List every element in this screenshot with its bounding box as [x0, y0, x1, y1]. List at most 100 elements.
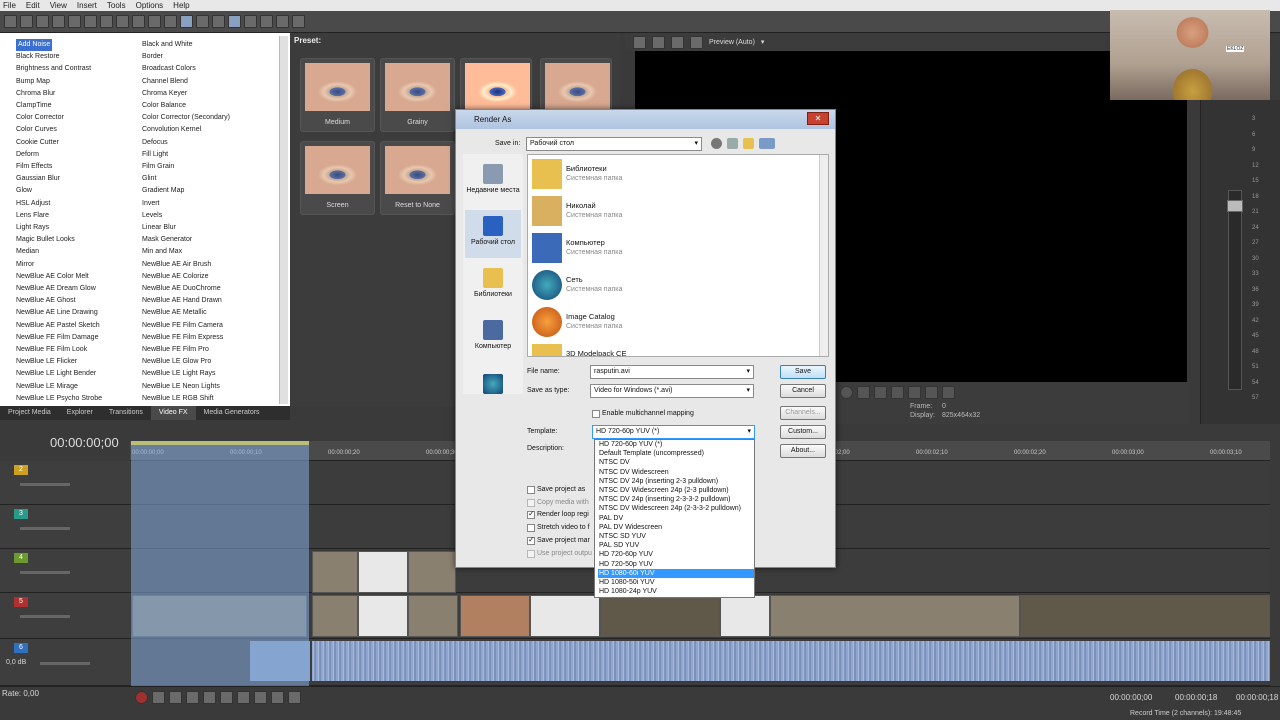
fx-item[interactable]: NewBlue LE Psycho Strobe: [16, 393, 102, 405]
redo-icon[interactable]: [164, 15, 177, 28]
up-folder-icon[interactable]: [727, 138, 738, 149]
fx-item[interactable]: NewBlue LE Light Rays: [142, 368, 230, 380]
loop-icon[interactable]: [152, 691, 165, 704]
next-frame-icon[interactable]: [942, 386, 955, 399]
fx-item[interactable]: Color Corrector: [16, 112, 102, 124]
go-to-end-icon[interactable]: [254, 691, 267, 704]
delete-icon[interactable]: [132, 15, 145, 28]
video-clip[interactable]: [600, 595, 720, 637]
file-list-scrollbar[interactable]: [819, 155, 828, 356]
cancel-button[interactable]: Cancel: [780, 384, 826, 398]
fx-item[interactable]: NewBlue AE Dream Glow: [16, 283, 102, 295]
fx-item[interactable]: Chroma Blur: [16, 88, 102, 100]
fx-item[interactable]: Linear Blur: [142, 222, 230, 234]
fx-item[interactable]: NewBlue AE Color Melt: [16, 271, 102, 283]
template-option[interactable]: NTSC DV Widescreen 24p (2-3-3-2 pulldown…: [598, 504, 754, 513]
tab-project-media[interactable]: Project Media: [0, 406, 59, 420]
video-clip[interactable]: [770, 595, 1020, 637]
template-option[interactable]: NTSC DV 24p (inserting 2-3-3-2 pulldown): [598, 495, 754, 504]
properties-icon[interactable]: [633, 35, 646, 49]
fx-item[interactable]: NewBlue AE Ghost: [16, 295, 102, 307]
fx-item[interactable]: Min and Max: [142, 246, 230, 258]
tab-video-fx[interactable]: Video FX: [150, 406, 196, 420]
template-option[interactable]: HD 1080-24p YUV: [598, 587, 754, 596]
fx-item[interactable]: Film Effects: [16, 161, 102, 173]
new-folder-icon[interactable]: [743, 138, 754, 149]
preset-thumb-grainy[interactable]: Grainy: [380, 58, 455, 132]
fx-item[interactable]: Gradient Map: [142, 185, 230, 197]
template-option[interactable]: PAL SD YUV: [598, 541, 754, 550]
option-checkbox-2[interactable]: [527, 499, 535, 507]
preset-thumb-color[interactable]: [540, 58, 612, 114]
menu-item-view[interactable]: View: [50, 0, 67, 11]
tab-transitions[interactable]: Transitions: [101, 406, 151, 420]
fx-item[interactable]: NewBlue LE RGB Shift: [142, 393, 230, 405]
fx-item[interactable]: Black and White: [142, 39, 230, 51]
fx-item[interactable]: Color Balance: [142, 100, 230, 112]
record-icon[interactable]: [135, 691, 148, 704]
save-icon[interactable]: [36, 15, 49, 28]
track-opacity-slider[interactable]: [20, 615, 70, 618]
tab-media-generators[interactable]: Media Generators: [196, 406, 268, 420]
fx-scrollbar[interactable]: [279, 36, 288, 404]
fx-item[interactable]: Add Noise: [16, 39, 102, 52]
track-header-2[interactable]: 2: [0, 461, 130, 505]
file-name-input[interactable]: rasputin.avi ▾: [590, 365, 754, 379]
fx-item[interactable]: NewBlue LE Glow Pro: [142, 356, 230, 368]
fx-item[interactable]: NewBlue AE Metallic: [142, 307, 230, 319]
template-option[interactable]: HD 1080-50i YUV: [598, 578, 754, 587]
preview-quality-dropdown[interactable]: Preview (Auto): [709, 39, 755, 46]
video-clip[interactable]: [720, 595, 770, 637]
fx-item[interactable]: NewBlue FE Film Damage: [16, 332, 102, 344]
fx-item[interactable]: NewBlue LE Light Bender: [16, 368, 102, 380]
fx-item[interactable]: Color Corrector (Secondary): [142, 112, 230, 124]
track-volume-slider[interactable]: [40, 662, 90, 665]
stop-icon[interactable]: [220, 691, 233, 704]
track-header-4[interactable]: 4: [0, 549, 130, 593]
selection-region[interactable]: [131, 441, 309, 686]
audio-clip[interactable]: [312, 641, 1270, 681]
menu-item-insert[interactable]: Insert: [77, 0, 97, 11]
next-frame-icon[interactable]: [288, 691, 301, 704]
fx-item[interactable]: Lens Flare: [16, 210, 102, 222]
fx-item[interactable]: NewBlue LE Mirage: [16, 381, 102, 393]
fx-item[interactable]: NewBlue AE Pastel Sketch: [16, 320, 102, 332]
video-clip[interactable]: [312, 551, 358, 593]
fx-item[interactable]: Brightness and Contrast: [16, 63, 102, 75]
fx-item[interactable]: NewBlue LE Flicker: [16, 356, 102, 368]
template-option[interactable]: PAL DV Widescreen: [598, 523, 754, 532]
track-header-5[interactable]: 5: [0, 593, 130, 639]
option-checkbox-5[interactable]: [527, 535, 535, 545]
track-opacity-slider[interactable]: [20, 571, 70, 574]
save-in-dropdown[interactable]: Рабочий стол ▾: [526, 137, 702, 151]
play-from-start-icon[interactable]: [857, 386, 870, 399]
multichannel-checkbox[interactable]: [592, 410, 600, 418]
option-checkbox-6[interactable]: [527, 550, 535, 558]
volume-fader[interactable]: [1227, 200, 1243, 212]
fx-item[interactable]: Deform: [16, 149, 102, 161]
template-option[interactable]: NTSC DV: [598, 458, 754, 467]
preset-thumb-medium[interactable]: Medium: [300, 58, 375, 132]
fx-item[interactable]: Chroma Keyer: [142, 88, 230, 100]
fx-item[interactable]: NewBlue FE Film Camera: [142, 320, 230, 332]
fx-item[interactable]: ClampTime: [16, 100, 102, 112]
fx-item[interactable]: Bump Map: [16, 76, 102, 88]
cut-icon[interactable]: [84, 15, 97, 28]
save-as-type-dropdown[interactable]: Video for Windows (*.avi) ▾: [590, 384, 754, 398]
template-option[interactable]: PAL DV: [598, 514, 754, 523]
fx-item[interactable]: Defocus: [142, 137, 230, 149]
fx-item[interactable]: Levels: [142, 210, 230, 222]
video-clip-transition[interactable]: [358, 551, 408, 593]
copy-icon[interactable]: [100, 15, 113, 28]
about-button[interactable]: About...: [780, 444, 826, 458]
properties-icon[interactable]: [68, 15, 81, 28]
fx-item[interactable]: Mirror: [16, 259, 102, 271]
snapping-icon[interactable]: [228, 15, 241, 28]
video-clip[interactable]: [408, 595, 458, 637]
fx-item[interactable]: NewBlue LE Neon Lights: [142, 381, 230, 393]
template-option[interactable]: HD 1080-60i YUV: [598, 568, 754, 579]
go-to-start-icon[interactable]: [237, 691, 250, 704]
new-icon[interactable]: [4, 15, 17, 28]
play-icon[interactable]: [186, 691, 199, 704]
preset-thumb-reset[interactable]: Reset to None: [380, 141, 455, 215]
